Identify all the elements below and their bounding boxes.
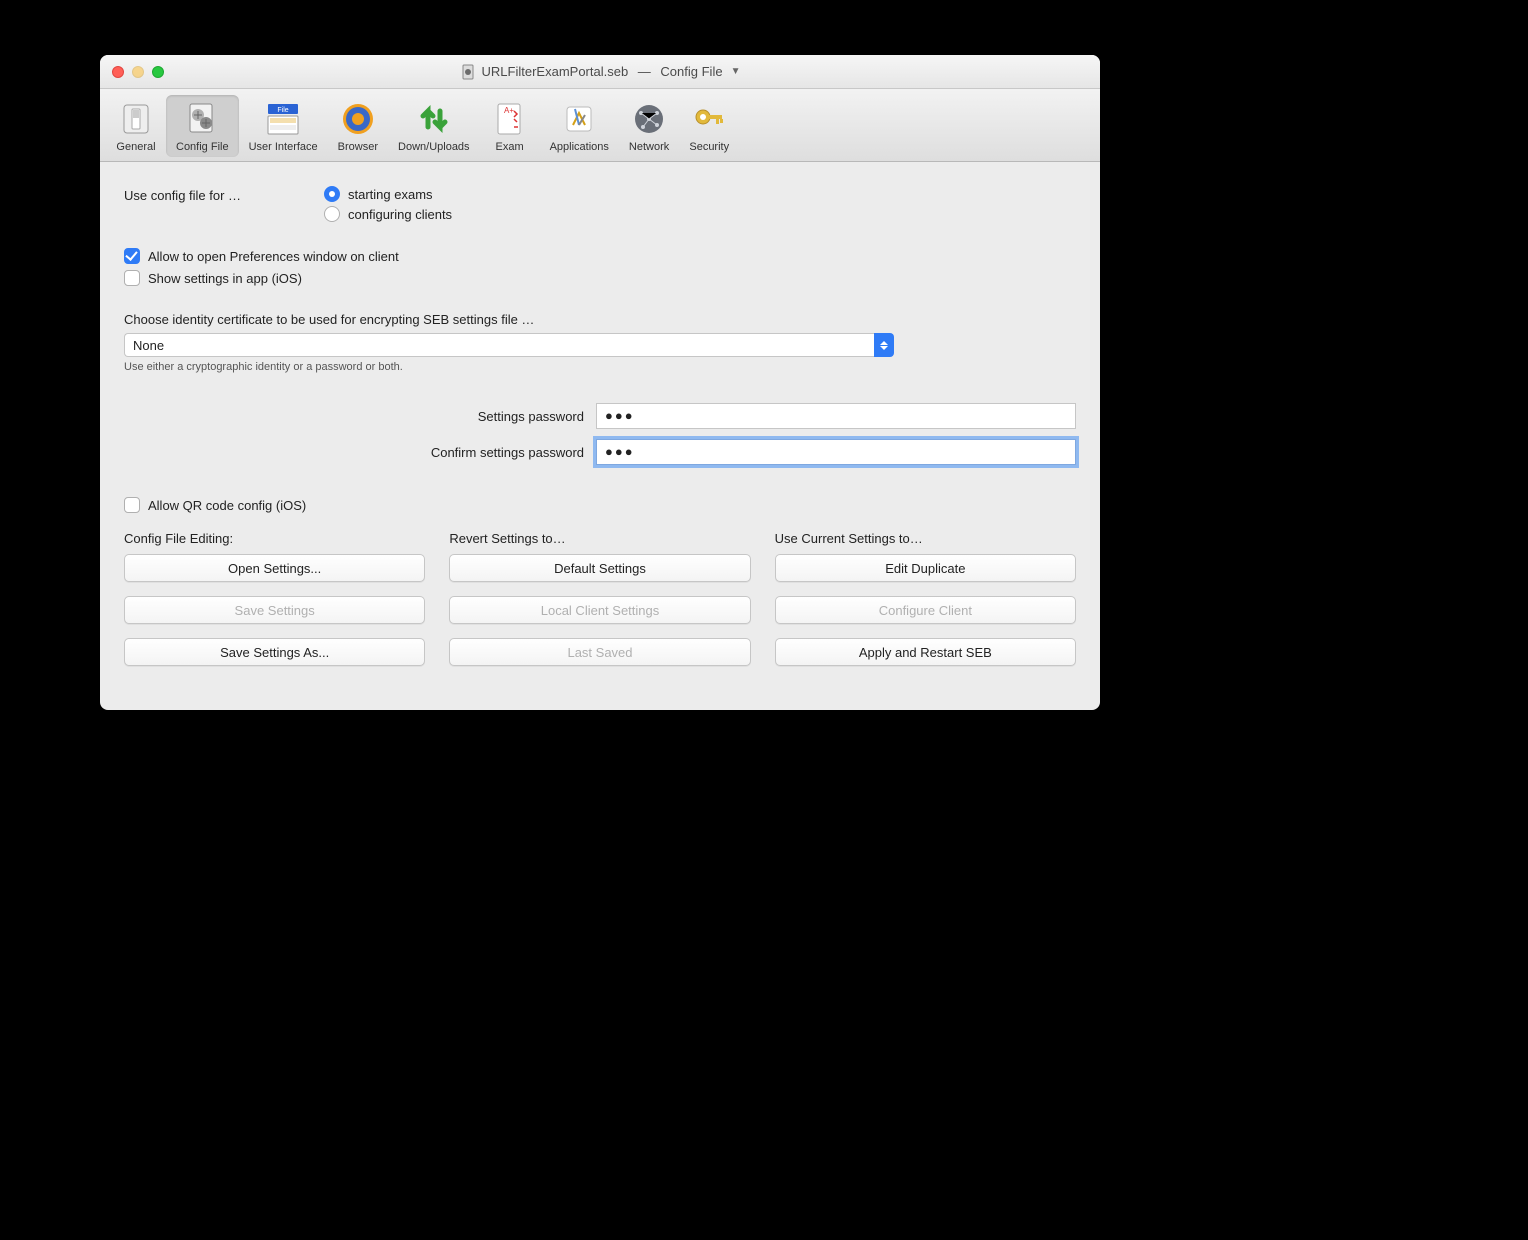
tab-label: Network <box>629 141 669 153</box>
close-window-button[interactable] <box>112 66 124 78</box>
checkbox-allow-qr[interactable] <box>124 497 140 513</box>
tab-applications[interactable]: Applications <box>540 95 619 157</box>
radio-starting-label: starting exams <box>348 187 433 202</box>
local-client-settings-button[interactable]: Local Client Settings <box>449 596 750 624</box>
radio-configuring-label: configuring clients <box>348 207 452 222</box>
zoom-window-button[interactable] <box>152 66 164 78</box>
svg-text:File: File <box>277 107 288 114</box>
settings-password-label: Settings password <box>124 409 584 424</box>
allow-qr-label: Allow QR code config (iOS) <box>148 498 306 513</box>
save-settings-as-button[interactable]: Save Settings As... <box>124 638 425 666</box>
save-settings-button[interactable]: Save Settings <box>124 596 425 624</box>
tab-label: Exam <box>496 141 524 153</box>
radio-configuring-clients[interactable] <box>324 206 340 222</box>
tab-label: Down/Uploads <box>398 141 470 153</box>
minimize-window-button[interactable] <box>132 66 144 78</box>
open-settings-button[interactable]: Open Settings... <box>124 554 425 582</box>
arrows-icon <box>414 99 454 139</box>
tab-label: General <box>116 141 155 153</box>
default-settings-button[interactable]: Default Settings <box>449 554 750 582</box>
switch-icon <box>116 99 156 139</box>
group-revert: Revert Settings to… Default Settings Loc… <box>449 531 750 680</box>
titlebar: URLFilterExamPortal.seb — Config File ▼ <box>100 55 1100 89</box>
group-head: Use Current Settings to… <box>775 531 1076 546</box>
window-title: URLFilterExamPortal.seb — Config File ▼ <box>100 64 1100 80</box>
tab-config-file[interactable]: Config File <box>166 95 239 157</box>
tab-label: Applications <box>550 141 609 153</box>
tab-general[interactable]: General <box>106 95 166 157</box>
exam-icon: A+ <box>490 99 530 139</box>
group-config-editing: Config File Editing: Open Settings... Sa… <box>124 531 425 680</box>
window-controls <box>100 66 164 78</box>
preferences-window: URLFilterExamPortal.seb — Config File ▼ … <box>100 55 1100 710</box>
tab-user-interface[interactable]: File User Interface <box>239 95 328 157</box>
identity-select-value: None <box>133 338 164 353</box>
window-filename: URLFilterExamPortal.seb <box>482 64 629 79</box>
use-config-for-label: Use config file for … <box>124 186 324 203</box>
identity-hint: Use either a cryptographic identity or a… <box>124 361 1076 373</box>
apply-restart-button[interactable]: Apply and Restart SEB <box>775 638 1076 666</box>
tab-label: Browser <box>338 141 378 153</box>
network-icon <box>629 99 669 139</box>
confirm-password-label: Confirm settings password <box>124 445 584 460</box>
edit-duplicate-button[interactable]: Edit Duplicate <box>775 554 1076 582</box>
settings-password-field[interactable]: ●●● <box>596 403 1076 429</box>
key-icon <box>689 99 729 139</box>
tab-exam[interactable]: A+ Exam <box>480 95 540 157</box>
show-settings-ios-label: Show settings in app (iOS) <box>148 271 302 286</box>
configure-client-button[interactable]: Configure Client <box>775 596 1076 624</box>
identity-heading: Choose identity certificate to be used f… <box>124 312 1076 327</box>
apps-icon <box>559 99 599 139</box>
window-title-separator: — <box>634 64 654 79</box>
window-panelname: Config File <box>660 64 722 79</box>
tab-label: Security <box>689 141 729 153</box>
confirm-password-field[interactable]: ●●● <box>596 439 1076 465</box>
checkbox-show-settings-ios[interactable] <box>124 270 140 286</box>
tab-down-uploads[interactable]: Down/Uploads <box>388 95 480 157</box>
svg-text:A+: A+ <box>504 106 514 115</box>
config-file-panel: Use config file for … starting exams con… <box>100 162 1100 710</box>
toolbar: General Config File File User Interface … <box>100 89 1100 162</box>
group-head: Revert Settings to… <box>449 531 750 546</box>
radio-starting-exams[interactable] <box>324 186 340 202</box>
group-head: Config File Editing: <box>124 531 425 546</box>
allow-preferences-label: Allow to open Preferences window on clie… <box>148 249 399 264</box>
tab-label: Config File <box>176 141 229 153</box>
group-current: Use Current Settings to… Edit Duplicate … <box>775 531 1076 680</box>
title-dropdown-icon: ▼ <box>731 66 741 77</box>
globe-icon <box>338 99 378 139</box>
checkbox-allow-preferences[interactable] <box>124 248 140 264</box>
tab-browser[interactable]: Browser <box>328 95 388 157</box>
tab-label: User Interface <box>249 141 318 153</box>
document-icon <box>460 64 476 80</box>
tab-security[interactable]: Security <box>679 95 739 157</box>
identity-select[interactable]: None <box>124 333 874 357</box>
config-file-icon <box>182 99 222 139</box>
select-stepper-icon[interactable] <box>874 333 894 357</box>
last-saved-button[interactable]: Last Saved <box>449 638 750 666</box>
ui-icon: File <box>263 99 303 139</box>
tab-network[interactable]: Network <box>619 95 679 157</box>
